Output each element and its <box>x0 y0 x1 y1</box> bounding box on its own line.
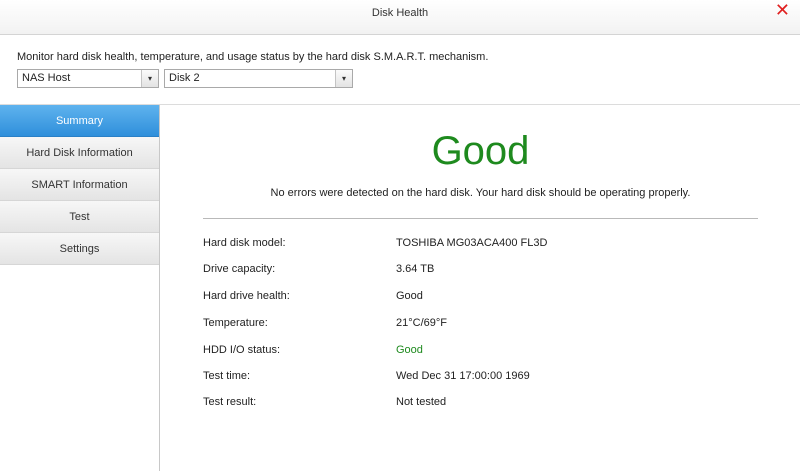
disk-select[interactable]: Disk 2 ▾ <box>164 69 353 88</box>
window-titlebar: Disk Health ✕ <box>0 0 800 35</box>
close-icon[interactable]: ✕ <box>775 0 790 20</box>
host-select-value: NAS Host <box>22 72 71 84</box>
page-description: Monitor hard disk health, temperature, a… <box>17 51 489 63</box>
info-row-capacity: Drive capacity: 3.64 TB <box>203 263 758 279</box>
window-title: Disk Health <box>371 7 429 19</box>
info-row-temperature: Temperature: 21°C/69°F <box>203 317 758 333</box>
info-row-test-time: Test time: Wed Dec 31 17:00:00 1969 <box>203 370 758 386</box>
row-value: Good <box>396 344 423 356</box>
health-status: Good <box>431 129 530 173</box>
info-row-io-status: HDD I/O status: Good <box>203 344 758 360</box>
info-row-health: Hard drive health: Good <box>203 290 758 306</box>
row-value: Wed Dec 31 17:00:00 1969 <box>396 370 530 382</box>
row-value: Not tested <box>396 396 447 408</box>
disk-select-value: Disk 2 <box>169 72 200 84</box>
sidebar-item-settings[interactable]: Settings <box>0 233 159 265</box>
row-label: Test time: <box>203 370 251 382</box>
row-label: Test result: <box>203 396 257 408</box>
health-message: No errors were detected on the hard disk… <box>270 187 691 199</box>
sidebar-item-test[interactable]: Test <box>0 201 159 233</box>
chevron-down-icon[interactable]: ▾ <box>335 70 352 87</box>
row-value: 21°C/69°F <box>396 317 447 329</box>
sidebar-item-smart-information[interactable]: SMART Information <box>0 169 159 201</box>
sidebar: Summary Hard Disk Information SMART Info… <box>0 105 160 471</box>
summary-panel: Good No errors were detected on the hard… <box>161 105 800 471</box>
row-value: TOSHIBA MG03ACA400 FL3D <box>396 237 548 249</box>
summary-divider <box>203 218 758 219</box>
row-label: Temperature: <box>203 317 268 329</box>
host-select[interactable]: NAS Host ▾ <box>17 69 159 88</box>
row-label: Hard drive health: <box>203 290 290 302</box>
row-label: Hard disk model: <box>203 237 286 249</box>
sidebar-item-summary[interactable]: Summary <box>0 105 159 137</box>
row-value: 3.64 TB <box>396 263 435 275</box>
row-label: HDD I/O status: <box>203 344 281 356</box>
row-value: Good <box>396 290 423 302</box>
sidebar-item-hard-disk-information[interactable]: Hard Disk Information <box>0 137 159 169</box>
chevron-down-icon[interactable]: ▾ <box>141 70 158 87</box>
info-row-model: Hard disk model: TOSHIBA MG03ACA400 FL3D <box>203 237 758 253</box>
info-row-test-result: Test result: Not tested <box>203 396 758 412</box>
row-label: Drive capacity: <box>203 263 276 275</box>
